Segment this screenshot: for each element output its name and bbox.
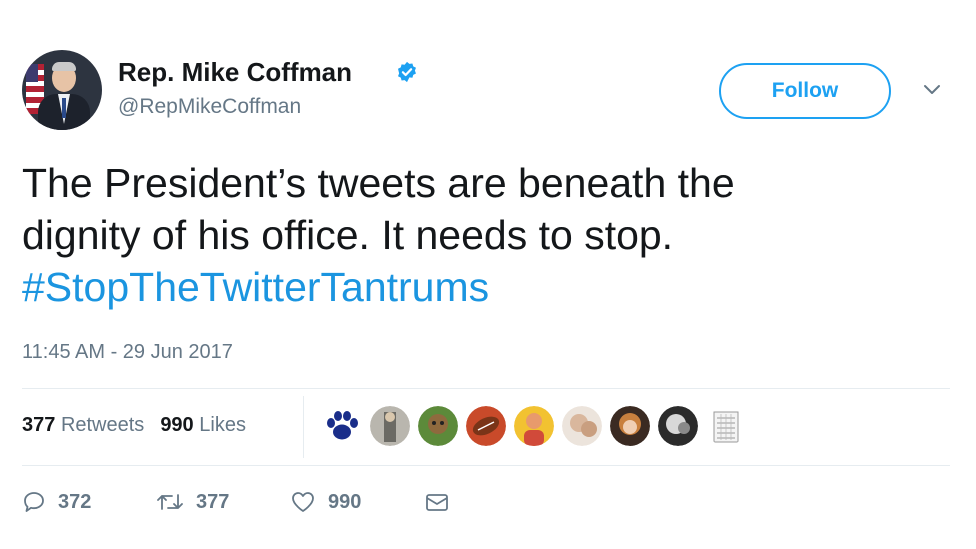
tweet-text: The President’s tweets are beneath the d… bbox=[22, 157, 942, 313]
likes-label[interactable]: Likes bbox=[199, 414, 246, 436]
retweets-count[interactable]: 377 bbox=[22, 414, 55, 436]
reply-count: 372 bbox=[58, 490, 92, 513]
avatar[interactable] bbox=[610, 406, 650, 446]
heart-icon bbox=[292, 492, 314, 512]
paw-print-icon[interactable] bbox=[322, 406, 362, 446]
like-button[interactable]: 990 bbox=[290, 487, 361, 517]
avatar[interactable] bbox=[562, 406, 602, 446]
avatar[interactable] bbox=[370, 406, 410, 446]
stats-divider bbox=[303, 396, 304, 458]
tweet-stats: 377 Retweets 990 Likes bbox=[22, 414, 246, 437]
retweet-count: 377 bbox=[196, 490, 230, 513]
verified-badge-icon bbox=[398, 61, 416, 83]
avatar[interactable] bbox=[514, 406, 554, 446]
divider bbox=[22, 388, 950, 389]
account-handle[interactable]: @RepMikeCoffman bbox=[118, 95, 301, 119]
tweet-text-line: The President’s tweets are beneath the bbox=[22, 160, 735, 206]
account-name[interactable]: Rep. Mike Coffman bbox=[118, 57, 352, 88]
tweet-text-line: dignity of his office. It needs to stop. bbox=[22, 212, 674, 258]
chevron-down-icon[interactable] bbox=[921, 82, 943, 98]
avatar[interactable] bbox=[658, 406, 698, 446]
direct-message-button[interactable] bbox=[424, 487, 462, 517]
avatar[interactable] bbox=[466, 406, 506, 446]
envelope-icon bbox=[426, 494, 448, 511]
reply-icon bbox=[24, 492, 44, 512]
likes-count[interactable]: 990 bbox=[160, 414, 193, 436]
follow-button[interactable]: Follow bbox=[719, 63, 891, 119]
avatar[interactable] bbox=[706, 406, 746, 446]
retweets-label[interactable]: Retweets bbox=[61, 414, 144, 436]
tweet-timestamp[interactable]: 11:45 AM - 29 Jun 2017 bbox=[22, 341, 233, 364]
retweet-button[interactable]: 377 bbox=[156, 487, 229, 517]
avatar[interactable] bbox=[22, 50, 102, 130]
retweet-icon bbox=[157, 494, 183, 510]
divider bbox=[22, 465, 950, 466]
tweet-card: Rep. Mike Coffman @RepMikeCoffman Follow… bbox=[0, 0, 976, 549]
reply-button[interactable]: 372 bbox=[22, 487, 91, 517]
like-count: 990 bbox=[328, 490, 362, 513]
hashtag-link[interactable]: #StopTheTwitterTantrums bbox=[22, 261, 942, 313]
avatar[interactable] bbox=[418, 406, 458, 446]
